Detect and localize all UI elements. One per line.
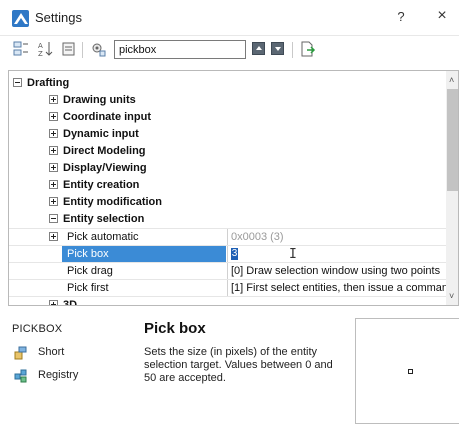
app-logo-icon bbox=[12, 10, 29, 27]
expand-icon[interactable] bbox=[49, 112, 58, 121]
property-value[interactable]: [0] Draw selection window using two poin… bbox=[227, 263, 446, 279]
variable-name: PICKBOX bbox=[12, 323, 63, 335]
scroll-up-icon[interactable]: ˄ bbox=[449, 75, 454, 85]
expand-icon[interactable] bbox=[49, 163, 58, 172]
setting-title: Pick box bbox=[144, 320, 206, 337]
tree-node-3d[interactable]: 3D bbox=[9, 296, 446, 305]
tree-node-entity-modification[interactable]: Entity modification bbox=[9, 194, 446, 211]
selected-value-text[interactable]: 3 bbox=[231, 248, 238, 260]
tree-node-dynamic-input[interactable]: Dynamic input bbox=[9, 126, 446, 143]
tree-node-entity-selection[interactable]: Entity selection bbox=[9, 211, 446, 228]
expand-icon[interactable] bbox=[49, 129, 58, 138]
property-row-pick-box[interactable]: Pick box 3 I bbox=[9, 245, 446, 262]
property-value[interactable]: 0x0003 (3) bbox=[227, 229, 446, 245]
pick-box-value-field[interactable]: 3 I bbox=[227, 246, 446, 262]
collapse-icon[interactable] bbox=[13, 78, 22, 87]
scroll-down-icon[interactable]: ˅ bbox=[449, 291, 454, 301]
expand-icon[interactable] bbox=[49, 300, 58, 305]
expand-icon[interactable] bbox=[49, 232, 58, 241]
property-name: Pick first bbox=[67, 282, 109, 294]
close-button[interactable]: × bbox=[434, 7, 450, 25]
property-value[interactable]: [1] First select entities, then issue a … bbox=[227, 280, 446, 296]
previous-result-button[interactable] bbox=[252, 42, 265, 55]
expand-icon[interactable] bbox=[49, 180, 58, 189]
vertical-scrollbar[interactable]: ˄ ˅ bbox=[446, 71, 458, 305]
property-name: Pick drag bbox=[67, 265, 113, 277]
settings-tree: Drafting Drawing units Coordinate input … bbox=[8, 70, 459, 306]
tree-node-coordinate-input[interactable]: Coordinate input bbox=[9, 109, 446, 126]
title-bar: Settings ? × bbox=[0, 0, 459, 36]
arrow-down-icon bbox=[275, 47, 281, 51]
svg-text:Z: Z bbox=[38, 50, 43, 58]
pickbox-square-icon bbox=[408, 369, 413, 374]
registry-link[interactable]: Registry bbox=[14, 368, 78, 384]
toolbar-separator bbox=[82, 42, 83, 58]
property-name: Pick automatic bbox=[67, 231, 139, 243]
toolbar-separator bbox=[292, 42, 293, 58]
property-row-pick-first[interactable]: Pick first [1] First select entities, th… bbox=[9, 279, 446, 296]
registry-icon bbox=[14, 369, 27, 383]
text-cursor-icon: I bbox=[289, 247, 297, 262]
categorized-view-icon[interactable] bbox=[12, 40, 30, 58]
tree-node-drawing-units[interactable]: Drawing units bbox=[9, 92, 446, 109]
next-result-button[interactable] bbox=[271, 42, 284, 55]
tree-node-display-viewing[interactable]: Display/Viewing bbox=[9, 160, 446, 177]
expand-icon[interactable] bbox=[49, 95, 58, 104]
setting-description: Sets the size (in pixels) of the entity … bbox=[144, 346, 333, 384]
window-title: Settings bbox=[35, 10, 82, 25]
property-name-selected: Pick box bbox=[62, 246, 226, 262]
property-row-pick-automatic[interactable]: Pick automatic 0x0003 (3) bbox=[9, 228, 446, 245]
tree-node-entity-creation[interactable]: Entity creation bbox=[9, 177, 446, 194]
expand-icon[interactable] bbox=[49, 146, 58, 155]
expand-icon[interactable] bbox=[49, 197, 58, 206]
sort-alphabetical-icon[interactable]: A Z bbox=[37, 40, 55, 58]
filter-settings-icon[interactable] bbox=[89, 40, 107, 58]
svg-text:A: A bbox=[38, 42, 43, 50]
collapse-icon[interactable] bbox=[49, 214, 58, 223]
short-name-icon bbox=[14, 346, 27, 360]
property-pages-icon[interactable] bbox=[60, 40, 78, 58]
pickbox-preview bbox=[355, 318, 459, 424]
toolbar: A Z bbox=[0, 36, 459, 64]
search-input[interactable] bbox=[114, 40, 246, 59]
scrollbar-thumb[interactable] bbox=[447, 89, 458, 191]
help-button[interactable]: ? bbox=[393, 9, 409, 24]
tree-node-drafting[interactable]: Drafting bbox=[9, 75, 446, 92]
property-row-pick-drag[interactable]: Pick drag [0] Draw selection window usin… bbox=[9, 262, 446, 279]
tree-node-direct-modeling[interactable]: Direct Modeling bbox=[9, 143, 446, 160]
arrow-up-icon bbox=[256, 46, 262, 50]
export-icon[interactable] bbox=[298, 40, 316, 58]
short-link[interactable]: Short bbox=[14, 345, 64, 361]
